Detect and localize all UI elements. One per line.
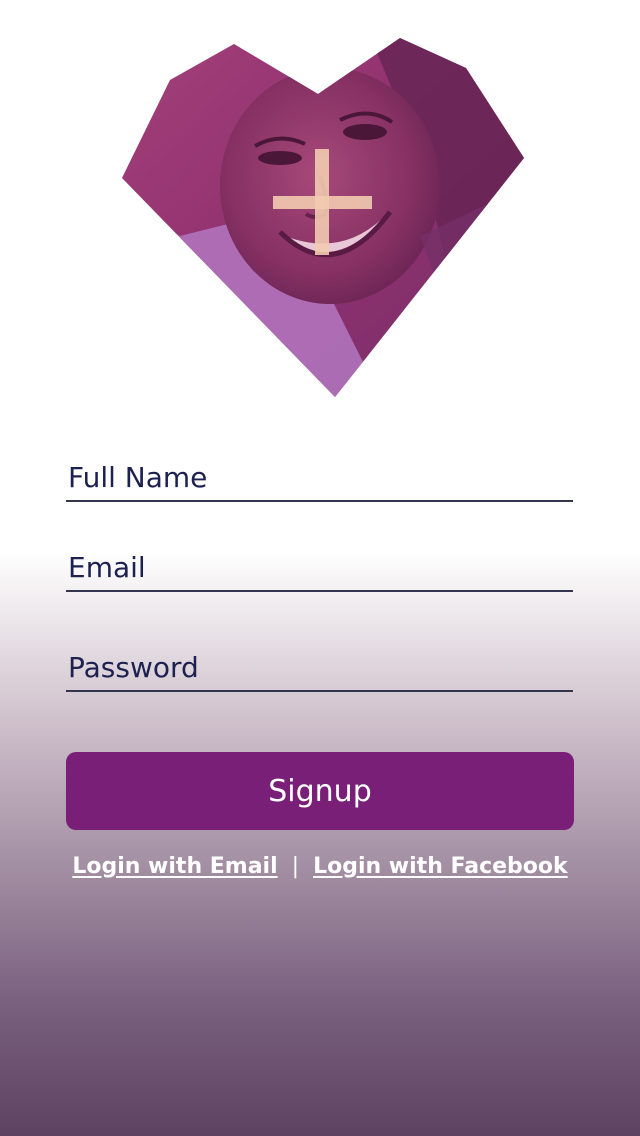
signup-screen: Signup Login with Email | Login with Fac… [0,0,640,1136]
password-input[interactable] [66,644,573,690]
profile-photo-heart[interactable] [120,36,526,400]
password-field [66,644,573,692]
login-with-email-link[interactable]: Login with Email [72,854,277,879]
login-with-facebook-link[interactable]: Login with Facebook [313,854,568,879]
full-name-field [66,454,573,502]
full-name-input[interactable] [66,454,573,500]
login-links: Login with Email | Login with Facebook [0,850,640,882]
signup-button[interactable]: Signup [66,752,574,830]
email-field [66,544,573,592]
link-separator: | [291,853,300,879]
email-input[interactable] [66,544,573,590]
